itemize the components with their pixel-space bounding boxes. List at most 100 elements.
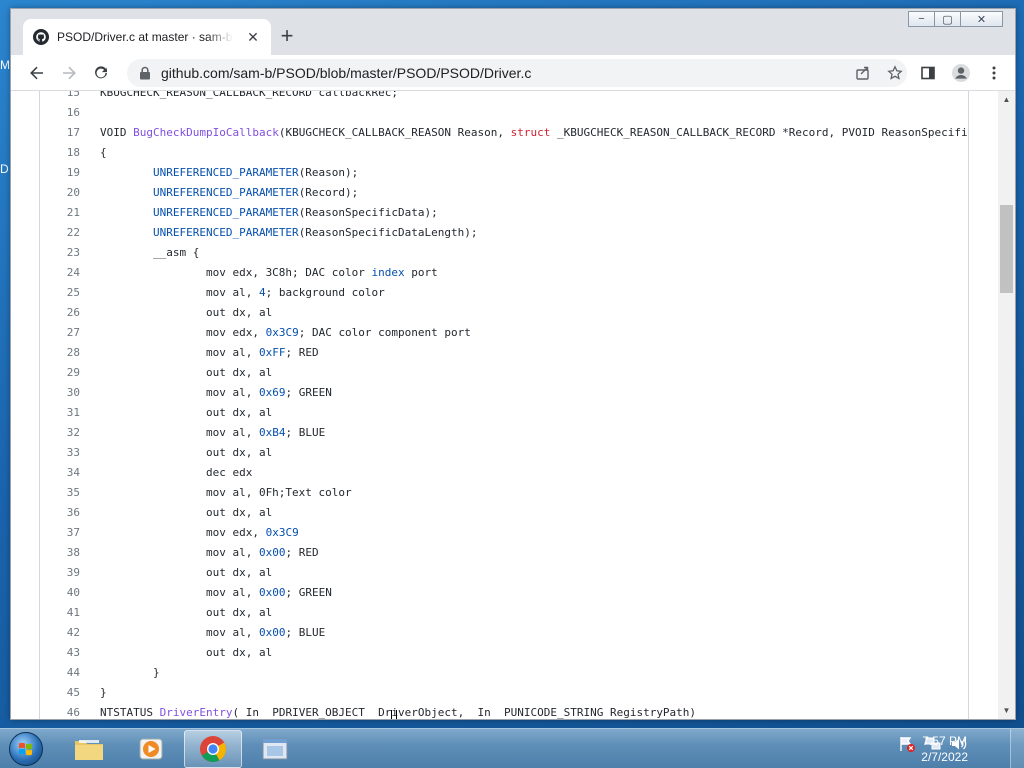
code-token: port <box>404 266 438 279</box>
code-line: 15 KBUGCHECK_REASON_CALLBACK_RECORD callb… <box>40 91 398 103</box>
code-line: 18 { <box>40 143 107 163</box>
code-token: ; background color <box>265 286 385 299</box>
menu-button[interactable] <box>982 61 1006 85</box>
code-line: 17 VOID BugCheckDumpIoCallback(KBUGCHECK_… <box>40 123 968 143</box>
code-line: 39 out dx, al <box>40 563 272 583</box>
code-token: ; RED <box>285 546 319 559</box>
line-number[interactable]: 34 <box>40 463 80 483</box>
lock-icon[interactable] <box>139 66 151 80</box>
code-token: UNREFERENCED_PARAMETER <box>152 186 299 199</box>
star-icon[interactable] <box>887 65 903 81</box>
line-number[interactable]: 33 <box>40 443 80 463</box>
line-number[interactable]: 26 <box>40 303 80 323</box>
line-number[interactable]: 23 <box>40 243 80 263</box>
code-token: out dx, al <box>100 566 273 579</box>
tab-active[interactable]: PSOD/Driver.c at master · sam-b/PSOD ✕ <box>23 19 271 55</box>
line-number[interactable]: 20 <box>40 183 80 203</box>
profile-button[interactable] <box>949 61 973 85</box>
line-number[interactable]: 41 <box>40 603 80 623</box>
line-number[interactable]: 22 <box>40 223 80 243</box>
forward-button[interactable] <box>57 61 81 85</box>
line-number[interactable]: 31 <box>40 403 80 423</box>
code-line: 19 UNREFERENCED_PARAMETER(Reason); <box>40 163 359 183</box>
code-line: 29 out dx, al <box>40 363 272 383</box>
taskbar-media-player[interactable] <box>122 730 180 768</box>
line-number[interactable]: 35 <box>40 483 80 503</box>
code-token: 0x00 <box>258 626 286 639</box>
line-number[interactable]: 16 <box>40 103 80 123</box>
code-token: mov al, <box>100 386 259 399</box>
line-number[interactable]: 21 <box>40 203 80 223</box>
code-line: 44 } <box>40 663 160 683</box>
code-token: ; GREEN <box>285 586 332 599</box>
taskbar-explorer[interactable] <box>60 730 118 768</box>
line-number[interactable]: 45 <box>40 683 80 703</box>
start-button[interactable] <box>4 730 48 768</box>
line-number[interactable]: 38 <box>40 543 80 563</box>
line-number[interactable]: 42 <box>40 623 80 643</box>
code-token: 0x69 <box>258 386 286 399</box>
desktop-icon-label: M <box>0 58 10 72</box>
reload-button[interactable] <box>89 61 113 85</box>
line-number[interactable]: 29 <box>40 363 80 383</box>
code-token: out dx, al <box>100 406 273 419</box>
arrow-left-icon <box>30 66 43 80</box>
line-number[interactable]: 15 <box>40 91 80 103</box>
taskbar-chrome[interactable] <box>184 730 242 768</box>
close-tab-icon[interactable]: ✕ <box>245 29 261 46</box>
line-number[interactable]: 32 <box>40 423 80 443</box>
line-number[interactable]: 44 <box>40 663 80 683</box>
code-line: 27 mov edx, 0x3C9; DAC color component p… <box>40 323 471 343</box>
code-line: 35 mov al, 0Fh;Text color <box>40 483 352 503</box>
line-number[interactable]: 36 <box>40 503 80 523</box>
share-icon[interactable] <box>855 65 871 81</box>
clock-time: 7:57 PM <box>922 734 967 748</box>
code-token: mov al, <box>100 546 259 559</box>
windows-logo-icon <box>9 732 43 766</box>
code-token: NTSTATUS <box>100 706 160 719</box>
scroll-down-icon[interactable]: ▼ <box>998 702 1015 719</box>
address-bar[interactable]: github.com/sam-b/PSOD/blob/master/PSOD/P… <box>127 59 907 87</box>
line-number[interactable]: 25 <box>40 283 80 303</box>
code-token: index <box>371 266 405 279</box>
line-number[interactable]: 30 <box>40 383 80 403</box>
new-tab-button[interactable]: + <box>275 25 299 49</box>
line-number[interactable]: 40 <box>40 583 80 603</box>
code-token: (ReasonSpecificData); <box>298 206 438 219</box>
page-content: 15 KBUGCHECK_REASON_CALLBACK_RECORD callb… <box>11 91 1015 719</box>
desktop-icon-label: D <box>0 162 9 176</box>
side-panel-icon <box>921 66 935 80</box>
scroll-up-icon[interactable]: ▲ <box>998 91 1015 108</box>
taskbar-window[interactable] <box>246 730 304 768</box>
line-number[interactable]: 28 <box>40 343 80 363</box>
line-number[interactable]: 43 <box>40 643 80 663</box>
code-line: 42 mov al, 0x00; BLUE <box>40 623 325 643</box>
vertical-scrollbar[interactable]: ▲ ▼ <box>998 91 1015 719</box>
code-token: ; BLUE <box>285 426 326 439</box>
line-number[interactable]: 39 <box>40 563 80 583</box>
code-token: 0x00 <box>258 546 286 559</box>
code-token: 0x3C9 <box>265 526 299 539</box>
code-token: ; DAC color component port <box>298 326 471 339</box>
line-number[interactable]: 24 <box>40 263 80 283</box>
code-token: struct <box>510 126 551 139</box>
line-number[interactable]: 18 <box>40 143 80 163</box>
code-token: (KBUGCHECK_CALLBACK_REASON Reason, <box>278 126 511 139</box>
scroll-thumb[interactable] <box>1000 205 1013 293</box>
text-cursor <box>391 710 397 719</box>
back-button[interactable] <box>25 61 49 85</box>
show-desktop-button[interactable] <box>1010 729 1024 768</box>
line-number[interactable]: 19 <box>40 163 80 183</box>
code-token: _KBUGCHECK_REASON_CALLBACK_RECORD *Recor… <box>556 126 968 139</box>
code-token: 0x3C9 <box>265 326 299 339</box>
line-number[interactable]: 17 <box>40 123 80 143</box>
side-panel-button[interactable] <box>916 61 940 85</box>
line-number[interactable]: 37 <box>40 523 80 543</box>
clock[interactable]: 7:57 PM 2/7/2022 <box>921 733 968 765</box>
line-number[interactable]: 27 <box>40 323 80 343</box>
line-number[interactable]: 46 <box>40 703 80 719</box>
action-center-flag-icon[interactable] <box>898 735 916 753</box>
